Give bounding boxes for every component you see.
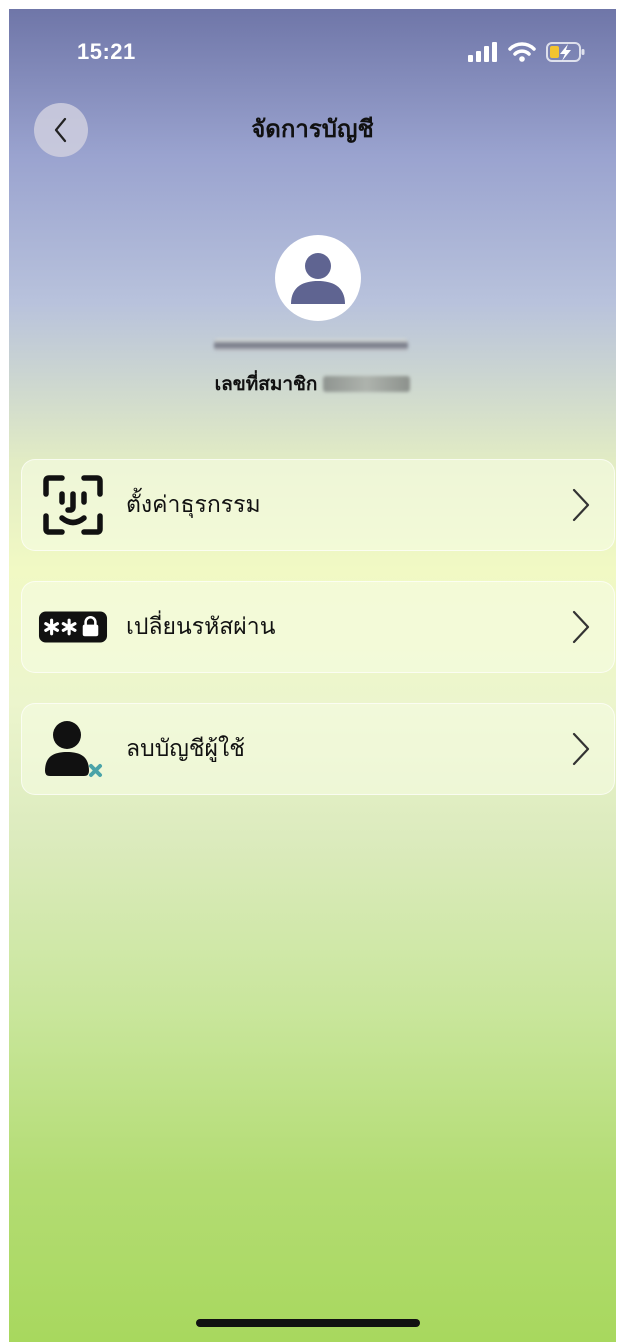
chevron-right-icon [570,487,592,523]
menu-item-change-password[interactable]: เปลี่ยนรหัสผ่าน [21,581,615,673]
member-id-redacted [323,376,411,392]
face-id-icon [43,475,103,535]
page-title: จัดการบัญชี [251,115,374,143]
menu-icon-container [38,719,108,779]
menu-label-change-password: เปลี่ยนรหัสผ่าน [126,614,276,640]
signal-icon [468,42,497,62]
chevron-right-icon [570,731,592,767]
chevron-right-icon [570,609,592,645]
wifi-icon [508,42,536,62]
menu-icon-container [38,597,108,657]
password-lock-icon [38,611,108,643]
username-redacted [214,339,408,351]
status-bar: 15:21 [9,9,616,89]
menu-label-transaction-settings: ตั้งค่าธุรกรรม [126,492,261,518]
person-icon [291,253,345,304]
menu-label-delete-account: ลบบัญชีผู้ใช้ [126,736,245,762]
home-indicator[interactable] [196,1319,420,1327]
menu-icon-container [38,475,108,535]
member-id-row: เลขที่สมาชิก [9,369,616,399]
member-id-label: เลขที่สมาชิก [214,373,318,395]
avatar [275,235,361,321]
status-icons [468,41,586,63]
menu-item-delete-account[interactable]: ลบบัญชีผู้ใช้ [21,703,615,795]
menu-item-transaction-settings[interactable]: ตั้งค่าธุรกรรม [21,459,615,551]
status-time: 15:21 [77,39,136,64]
battery-charging-icon [546,42,585,62]
delete-user-icon [45,721,102,777]
app-screen: 15:21 จัดการบัญชี เลขที่สมาชิก ตั้งค่าธุ… [9,9,616,1342]
